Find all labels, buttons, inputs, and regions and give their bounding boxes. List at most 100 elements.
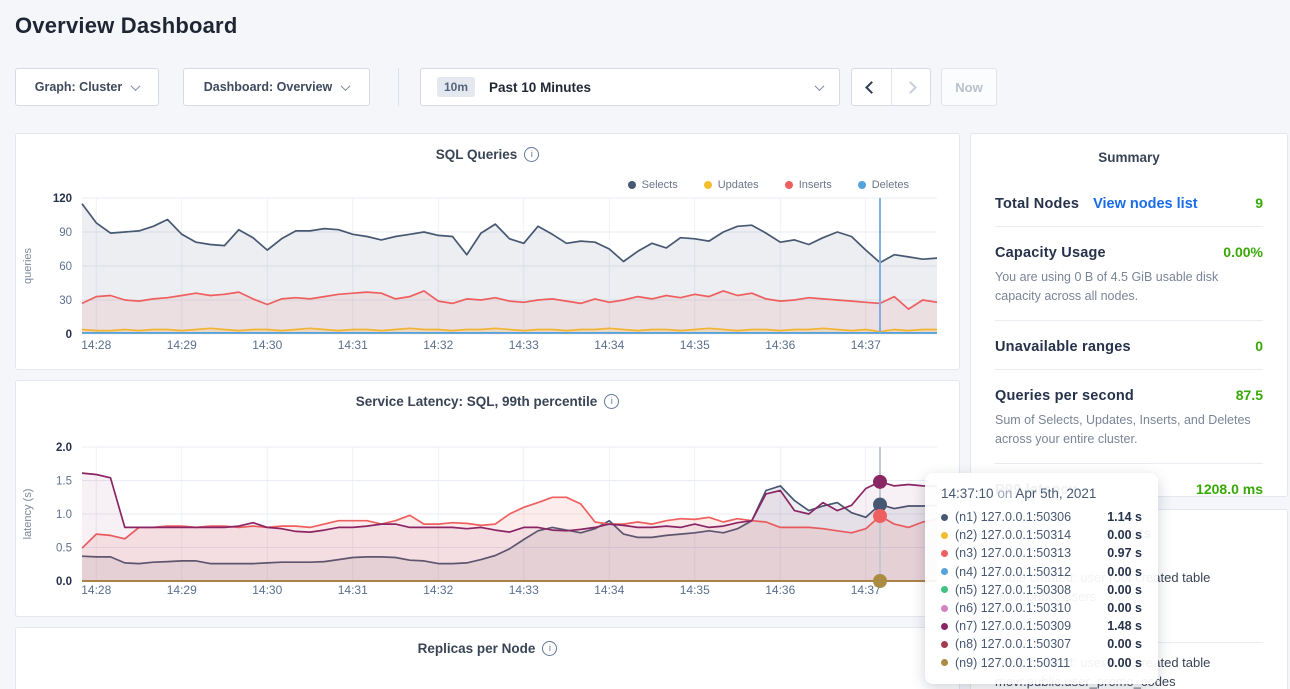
svg-text:latency (s): latency (s) bbox=[22, 489, 34, 540]
svg-text:14:36: 14:36 bbox=[765, 583, 795, 597]
chart-title: SQL Queries bbox=[436, 147, 518, 162]
summary-panel: Summary Total Nodes View nodes list 9 Ca… bbox=[970, 133, 1288, 497]
page-title: Overview Dashboard bbox=[15, 13, 237, 39]
chevron-down-icon bbox=[131, 81, 141, 91]
overview-dashboard-page: Overview Dashboard Graph: Cluster Dashbo… bbox=[0, 0, 1290, 689]
summary-value: 87.5 bbox=[1236, 387, 1263, 403]
summary-value: 0 bbox=[1255, 338, 1263, 354]
tooltip-row: (n4) 127.0.0.1:503120.00 s bbox=[941, 563, 1142, 581]
info-icon[interactable]: i bbox=[524, 147, 539, 162]
chevron-down-icon bbox=[341, 81, 351, 91]
chart-title: Replicas per Node bbox=[418, 641, 536, 656]
tooltip-node: (n3) 127.0.0.1:50313 bbox=[955, 546, 1100, 560]
view-nodes-list-link[interactable]: View nodes list bbox=[1093, 196, 1198, 212]
node-color-dot bbox=[941, 623, 948, 630]
svg-text:14:33: 14:33 bbox=[509, 338, 539, 352]
tooltip-rows: (n1) 127.0.0.1:50306 1.14 s (n2) 127.0.0.1… bbox=[941, 508, 1142, 672]
time-nav-group bbox=[851, 68, 931, 106]
tooltip-node: (n8) 127.0.0.1:50307 bbox=[955, 637, 1100, 651]
summary-label: Total Nodes bbox=[995, 196, 1079, 212]
node-color-dot bbox=[941, 532, 948, 539]
summary-row-total-nodes: Total Nodes View nodes list 9 bbox=[995, 178, 1263, 227]
replicas-per-node-panel: Replicas per Node i bbox=[15, 627, 960, 689]
tooltip-value: 0.00 s bbox=[1107, 637, 1142, 651]
replicas-title-row: Replicas per Node i bbox=[16, 628, 959, 656]
svg-text:120: 120 bbox=[53, 193, 72, 205]
svg-text:14:33: 14:33 bbox=[509, 583, 539, 597]
tooltip-date: Apr 5th, 2021 bbox=[1015, 486, 1096, 501]
summary-value: 1208.0 ms bbox=[1196, 481, 1263, 497]
tooltip-value: 0.97 s bbox=[1107, 546, 1142, 560]
graph-dropdown[interactable]: Graph: Cluster bbox=[15, 68, 159, 106]
tooltip-row: (n6) 127.0.0.1:50310 0.00 s bbox=[941, 599, 1142, 617]
time-range-label: Past 10 Minutes bbox=[489, 80, 591, 95]
node-color-dot bbox=[941, 641, 948, 648]
summary-row-capacity-usage: Capacity Usage 0.00% You are using 0 B o… bbox=[995, 227, 1263, 321]
svg-text:60: 60 bbox=[59, 261, 72, 273]
svg-text:30: 30 bbox=[59, 295, 72, 307]
svg-text:14:31: 14:31 bbox=[338, 338, 368, 352]
info-icon[interactable]: i bbox=[604, 394, 619, 409]
sql-queries-chart[interactable]: 14:28 14:29 14:30 14:31 14:32 14:33 14:34 14:35… bbox=[17, 186, 960, 358]
svg-text:14:34: 14:34 bbox=[594, 338, 624, 352]
chart-title: Service Latency: SQL, 99th percentile bbox=[356, 394, 598, 409]
tooltip-value: 1.14 s bbox=[1107, 510, 1142, 524]
svg-text:14:32: 14:32 bbox=[423, 338, 453, 352]
svg-text:14:35: 14:35 bbox=[680, 338, 710, 352]
service-latency-title-row: Service Latency: SQL, 99th percentile i bbox=[16, 381, 959, 409]
chart-tooltip: 14:37:10 on Apr 5th, 2021 (n1) 127.0.0.1… bbox=[925, 473, 1158, 684]
summary-value: 9 bbox=[1255, 195, 1263, 211]
tooltip-node: (n9) 127.0.0.1:50311 bbox=[955, 656, 1100, 670]
svg-text:14:36: 14:36 bbox=[765, 338, 795, 352]
svg-text:14:32: 14:32 bbox=[423, 583, 453, 597]
summary-row-unavailable-ranges: Unavailable ranges 0 bbox=[995, 321, 1263, 370]
tooltip-node: (n5) 127.0.0.1:50308 bbox=[955, 583, 1100, 597]
svg-text:0.5: 0.5 bbox=[56, 543, 72, 555]
service-latency-chart[interactable]: 14:2814:2914:3014:3114:3214:3314:3414:35… bbox=[17, 431, 960, 603]
svg-text:14:30: 14:30 bbox=[252, 583, 282, 597]
tooltip-value: 0.00 s bbox=[1107, 565, 1142, 579]
sql-queries-panel: SQL Queries i SelectsUpdatesInsertsDelet… bbox=[15, 133, 960, 370]
svg-text:0.0: 0.0 bbox=[56, 576, 72, 588]
tooltip-value: 0.00 s bbox=[1107, 583, 1142, 597]
node-color-dot bbox=[941, 550, 948, 557]
node-color-dot bbox=[941, 514, 948, 521]
info-icon[interactable]: i bbox=[542, 641, 557, 656]
svg-text:14:34: 14:34 bbox=[594, 583, 624, 597]
tooltip-row: (n9) 127.0.0.1:503110.00 s bbox=[941, 654, 1142, 672]
summary-subtext: Sum of Selects, Updates, Inserts, and De… bbox=[995, 411, 1263, 449]
tooltip-header: 14:37:10 on Apr 5th, 2021 bbox=[941, 486, 1142, 501]
time-range-badge: 10m bbox=[437, 77, 475, 97]
tooltip-row: (n1) 127.0.0.1:50306 1.14 s bbox=[941, 508, 1142, 526]
graph-dropdown-label: Graph: Cluster bbox=[35, 80, 123, 94]
summary-value: 0.00% bbox=[1223, 244, 1263, 260]
tooltip-row: (n2) 127.0.0.1:503140.00 s bbox=[941, 526, 1142, 544]
dashboard-dropdown[interactable]: Dashboard: Overview bbox=[183, 68, 370, 106]
svg-text:14:29: 14:29 bbox=[167, 338, 197, 352]
svg-text:90: 90 bbox=[59, 227, 72, 239]
svg-text:14:37: 14:37 bbox=[851, 338, 881, 352]
svg-text:14:30: 14:30 bbox=[252, 338, 282, 352]
tooltip-value: 0.00 s bbox=[1107, 528, 1142, 542]
time-range-dropdown[interactable]: 10m Past 10 Minutes bbox=[420, 68, 840, 106]
time-prev-button[interactable] bbox=[852, 69, 891, 105]
node-color-dot bbox=[941, 659, 948, 666]
tooltip-row: (n5) 127.0.0.1:50308 0.00 s bbox=[941, 581, 1142, 599]
chevron-left-icon bbox=[865, 81, 878, 94]
tooltip-on: on bbox=[997, 486, 1012, 501]
summary-subtext: You are using 0 B of 4.5 GiB usable disk… bbox=[995, 268, 1263, 306]
svg-text:14:28: 14:28 bbox=[81, 338, 111, 352]
summary-title: Summary bbox=[971, 134, 1287, 178]
tooltip-time: 14:37:10 bbox=[941, 486, 994, 501]
summary-label: Capacity Usage bbox=[995, 245, 1106, 261]
tooltip-value: 0.00 s bbox=[1107, 601, 1142, 615]
summary-label: Queries per second bbox=[995, 388, 1134, 404]
now-button[interactable]: Now bbox=[941, 68, 997, 106]
svg-text:1.0: 1.0 bbox=[56, 509, 72, 521]
tooltip-node: (n6) 127.0.0.1:50310 bbox=[955, 601, 1100, 615]
tooltip-node: (n1) 127.0.0.1:50306 bbox=[955, 510, 1100, 524]
dashboard-dropdown-label: Dashboard: Overview bbox=[204, 80, 333, 94]
node-color-dot bbox=[941, 605, 948, 612]
svg-text:14:29: 14:29 bbox=[167, 583, 197, 597]
time-next-button[interactable] bbox=[891, 69, 931, 105]
